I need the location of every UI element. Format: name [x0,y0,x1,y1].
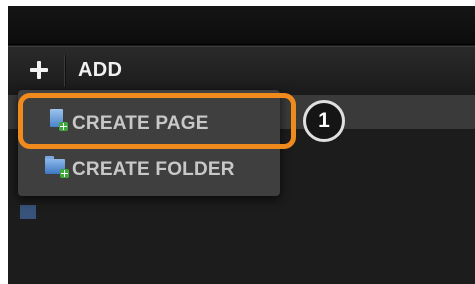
title-bar [8,6,475,45]
callout-number-badge: 1 [303,100,345,142]
create-folder-menu-item[interactable]: CREATE FOLDER [18,150,280,190]
plus-icon[interactable] [28,59,50,81]
callout-highlight-box [18,93,296,149]
toolbar: ADD [8,46,475,96]
folder-add-icon [45,156,69,178]
create-folder-label: CREATE FOLDER [72,159,235,180]
green-plus-badge [60,169,69,178]
tree-item-icon [20,205,36,219]
toolbar-divider [64,55,66,87]
add-button[interactable]: ADD [78,59,122,82]
